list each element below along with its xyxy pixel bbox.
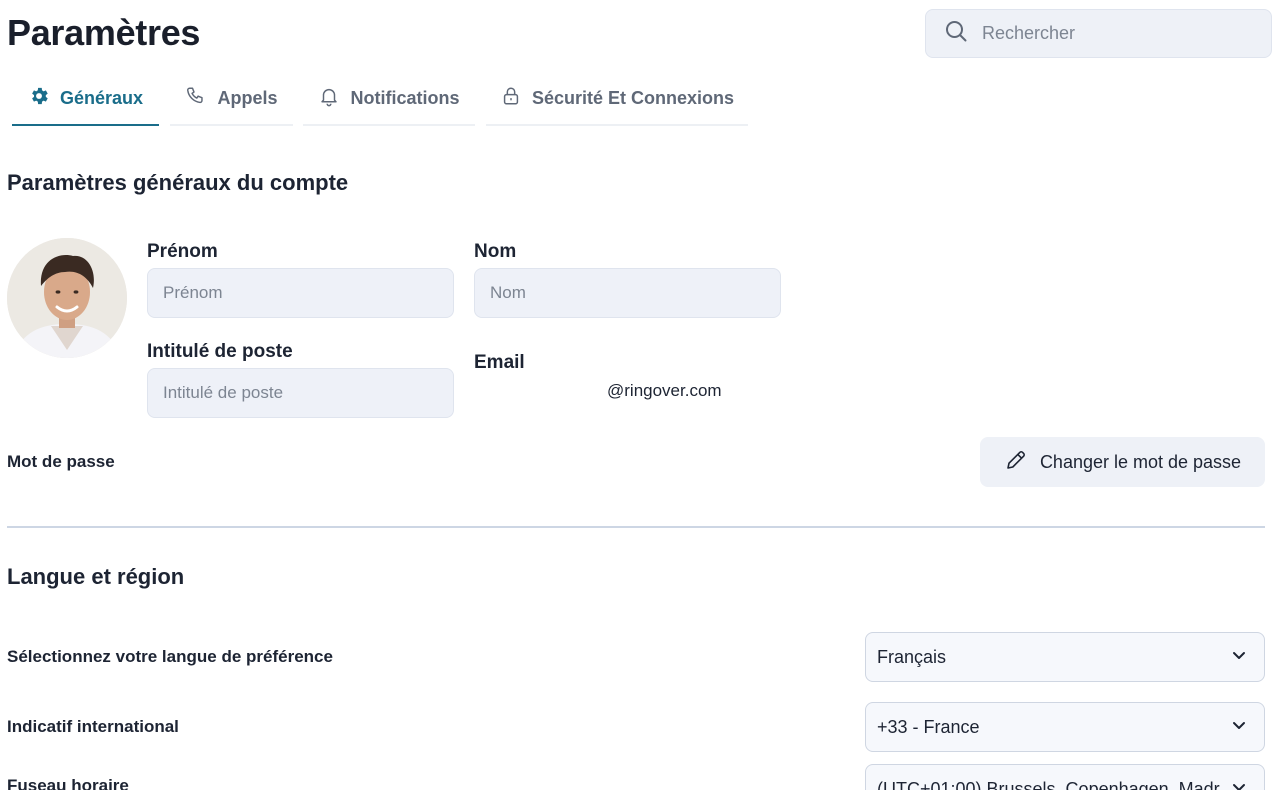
search-bar[interactable]	[925, 9, 1272, 58]
avatar[interactable]	[7, 238, 127, 358]
job-title-label: Intitulé de poste	[147, 341, 293, 362]
last-name-input[interactable]	[474, 268, 781, 318]
dial-code-label: Indicatif international	[7, 717, 179, 736]
language-value: Français	[877, 646, 947, 667]
first-name-input[interactable]	[147, 268, 454, 318]
timezone-select[interactable]: (UTC+01:00) Brussels, Copenhagen, Madrid…	[865, 764, 1265, 790]
timezone-value: (UTC+01:00) Brussels, Copenhagen, Madrid…	[877, 778, 1220, 790]
region-section-title: Langue et région	[7, 564, 185, 589]
dial-code-value: +33 - France	[877, 716, 980, 737]
email-label: Email	[474, 352, 525, 373]
tab-securite[interactable]: Sécurité Et Connexions	[486, 72, 748, 126]
tab-label: Appels	[217, 87, 278, 108]
phone-icon	[185, 85, 207, 112]
email-value: @ringover.com	[607, 381, 722, 400]
dial-code-select[interactable]: +33 - France	[865, 702, 1265, 752]
language-select[interactable]: Français	[865, 632, 1265, 682]
chevron-down-icon	[1220, 778, 1248, 790]
gear-icon	[28, 85, 50, 112]
password-label: Mot de passe	[7, 452, 115, 471]
tab-label: Sécurité Et Connexions	[531, 87, 735, 108]
search-icon	[944, 19, 968, 48]
pencil-icon	[1004, 448, 1028, 477]
account-section-title: Paramètres généraux du compte	[7, 170, 349, 195]
page-title: Paramètres	[7, 12, 201, 53]
job-title-input[interactable]	[147, 368, 454, 418]
first-name-label: Prénom	[147, 241, 218, 262]
tab-label: Généraux	[59, 87, 144, 108]
search-input[interactable]	[982, 23, 1262, 44]
section-divider	[7, 526, 1265, 528]
tab-notifications[interactable]: Notifications	[303, 72, 475, 126]
timezone-label: Fuseau horaire	[7, 776, 129, 790]
tab-generaux[interactable]: Généraux	[12, 72, 159, 126]
lock-icon	[500, 85, 522, 112]
chevron-down-icon	[1220, 716, 1248, 739]
tab-label: Notifications	[350, 87, 460, 108]
change-password-label: Changer le mot de passe	[1039, 451, 1242, 472]
tab-appels[interactable]: Appels	[170, 72, 293, 126]
language-label: Sélectionnez votre langue de préférence	[7, 647, 333, 666]
bell-icon	[318, 85, 340, 112]
change-password-button[interactable]: Changer le mot de passe	[980, 437, 1265, 487]
last-name-label: Nom	[474, 241, 517, 262]
chevron-down-icon	[1220, 646, 1248, 669]
